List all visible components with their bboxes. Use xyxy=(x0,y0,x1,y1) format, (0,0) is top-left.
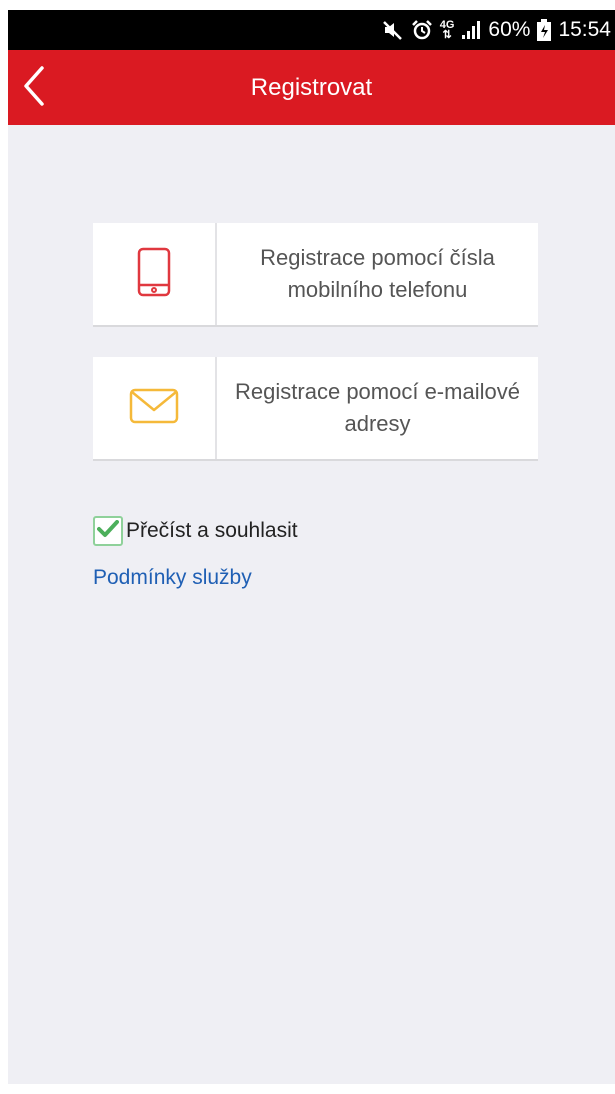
register-by-phone-label: Registrace pomocí čísla mobilního telefo… xyxy=(260,245,495,302)
register-by-email-button[interactable]: Registrace pomocí e-mailové adresy xyxy=(93,357,538,461)
envelope-icon xyxy=(129,388,179,429)
page-title: Registrovat xyxy=(250,74,373,101)
status-bar: 4G ⇅ 60% 15:54 xyxy=(8,10,615,50)
mute-icon xyxy=(382,19,404,41)
clock: 15:54 xyxy=(558,18,611,41)
signal-icon xyxy=(461,20,481,40)
mobile-phone-icon xyxy=(137,247,171,302)
battery-icon xyxy=(537,19,552,41)
register-by-phone-button[interactable]: Registrace pomocí čísla mobilního telefo… xyxy=(93,223,538,327)
app-bar: Registrovat xyxy=(8,50,615,125)
card-icon-cell xyxy=(93,357,217,459)
agreement-row: Přečíst a souhlasit xyxy=(93,513,298,549)
agree-label: Přečíst a souhlasit xyxy=(126,519,298,542)
agree-checkbox[interactable] xyxy=(93,516,123,546)
battery-level: 60% xyxy=(488,18,531,41)
card-icon-cell xyxy=(93,223,217,325)
status-icons: 4G ⇅ 60% 15:54 xyxy=(382,10,611,50)
checkmark-icon xyxy=(97,519,119,543)
alarm-icon xyxy=(411,19,433,41)
register-by-email-label: Registrace pomocí e-mailové adresy xyxy=(235,379,520,436)
registration-screen: 4G ⇅ 60% 15:54 Registrovat Registrace po… xyxy=(8,10,615,1084)
network-4g-icon: 4G ⇅ xyxy=(439,19,455,41)
terms-of-service-link[interactable]: Podmínky služby xyxy=(93,566,252,590)
